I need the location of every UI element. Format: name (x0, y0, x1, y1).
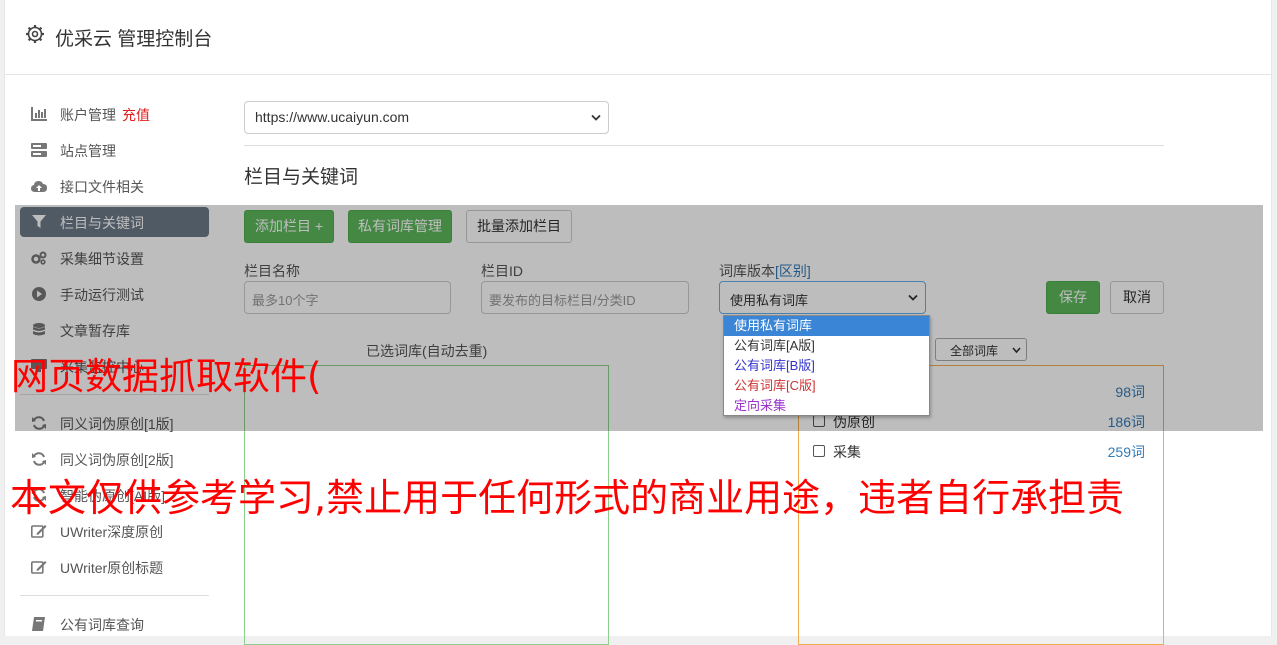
sidebar-item-sites[interactable]: 站点管理 (20, 135, 209, 165)
sidebar-item-uwriter-title[interactable]: UWriter原创标题 (20, 552, 209, 582)
site-select[interactable]: https://www.ucaiyun.com (244, 101, 609, 134)
dropdown-option[interactable]: 使用私有词库 (724, 316, 929, 336)
edit-icon (31, 525, 47, 538)
recharge-link[interactable]: 充值 (122, 107, 150, 123)
sidebar-item-label: 站点管理 (60, 143, 116, 159)
section-title: 栏目与关键词 (244, 167, 359, 188)
edit-icon (31, 561, 47, 574)
sidebar-item-label: 公有词库查询 (60, 617, 144, 633)
site-select-value: https://www.ucaiyun.com (255, 109, 410, 125)
watermark-line-1: 网页数据抓取软件( (11, 355, 322, 398)
sidebar-item-account[interactable]: 账户管理 充值 (20, 99, 209, 129)
divider (244, 145, 1164, 146)
sidebar-divider (20, 595, 209, 596)
dropdown-option[interactable]: 公有词库[B版] (724, 356, 929, 376)
server-icon (31, 143, 47, 157)
cloud-upload-icon (31, 181, 47, 192)
lib-version-dropdown[interactable]: 使用私有词库 公有词库[A版] 公有词库[B版] 公有词库[C版] 定向采集 (723, 315, 930, 416)
refresh-icon (32, 452, 46, 466)
lib-row[interactable]: 采集 259词 (813, 442, 1145, 462)
lib-count: 259词 (1107, 444, 1145, 460)
dropdown-option[interactable]: 定向采集 (724, 396, 929, 416)
chevron-down-icon (591, 114, 601, 121)
book-icon (32, 617, 45, 631)
dropdown-option[interactable]: 公有词库[C版] (724, 376, 929, 396)
sidebar-item-public-lib[interactable]: 公有词库查询 (20, 609, 209, 639)
sidebar-item-label: 账户管理 (60, 107, 116, 123)
dropdown-option[interactable]: 公有词库[A版] (724, 336, 929, 356)
sidebar-item-interface[interactable]: 接口文件相关 (20, 171, 209, 201)
lib-name: 采集 (833, 444, 861, 460)
sidebar-item-label: UWriter原创标题 (60, 560, 164, 576)
page-title: 优采云 管理控制台 (55, 29, 213, 50)
bar-chart-icon (31, 107, 47, 121)
lib-checkbox[interactable] (813, 445, 825, 457)
sidebar-item-label: 接口文件相关 (60, 179, 144, 195)
sidebar-item-label: UWriter深度原创 (60, 524, 164, 540)
gear-icon (26, 25, 44, 43)
watermark-line-2: 本文仅供参考学习,禁止用于任何形式的商业用途，违者自行承担责 (10, 476, 1125, 520)
page-header: 优采云 管理控制台 (5, 0, 1271, 75)
